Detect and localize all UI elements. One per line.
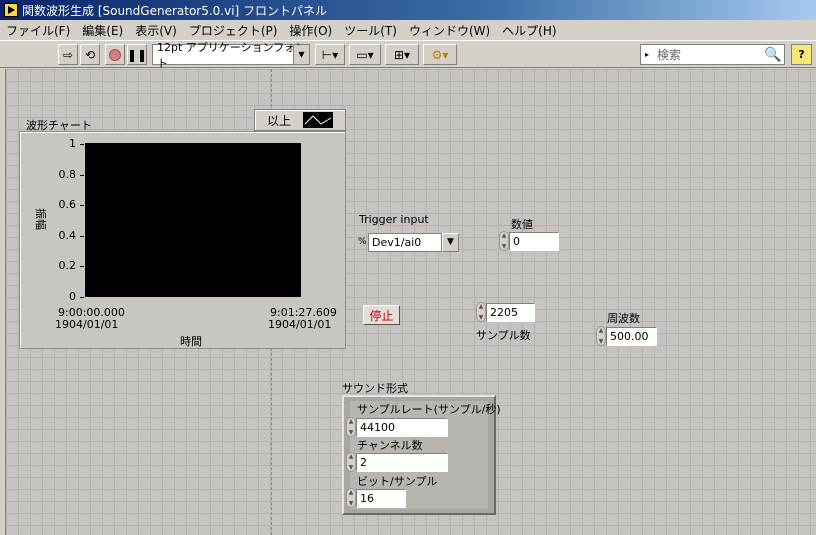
context-help-button[interactable]: ? bbox=[791, 44, 812, 65]
run-continuously-icon: ⟲ bbox=[84, 47, 96, 62]
search-placeholder: 検索 bbox=[657, 48, 682, 62]
search-input[interactable]: ▸ 検索 🔍 bbox=[640, 44, 785, 65]
menu-edit[interactable]: 編集(E) bbox=[82, 22, 123, 39]
channels-label: チャンネル数 bbox=[357, 439, 423, 452]
bits-per-sample-control[interactable]: ▲ ▼ 16 bbox=[346, 488, 406, 508]
y-tick-label: 0.8 bbox=[58, 168, 77, 181]
menu-project[interactable]: プロジェクト(P) bbox=[189, 22, 278, 39]
resize-objects-icon: ⊞▾ bbox=[393, 47, 411, 62]
numeric-field[interactable]: 0 bbox=[509, 231, 559, 251]
y-tick-mark bbox=[80, 205, 84, 206]
y-tick-mark bbox=[80, 297, 84, 298]
stop-button[interactable]: 停止 bbox=[363, 305, 400, 325]
title-bar: 関数波形生成 [SoundGenerator5.0.vi] フロントパネル bbox=[0, 0, 816, 20]
menu-help[interactable]: ヘルプ(H) bbox=[502, 22, 556, 39]
align-objects-icon: ⊢▾ bbox=[321, 47, 339, 62]
x-start-date: 1904/01/01 bbox=[55, 318, 119, 331]
chevron-down-icon: ▼ bbox=[293, 45, 309, 64]
y-tick-mark bbox=[80, 175, 84, 176]
toolbar: ⇨ ⟲ ❚❚ 12pt アプリケーションフォント ▼ ⊢▾ ▭▾ ⊞▾ ⚙▾ ▸… bbox=[0, 40, 816, 70]
help-icon: ? bbox=[798, 48, 805, 61]
trigger-input-control[interactable]: % Dev1/ai0 ▼ bbox=[358, 232, 460, 252]
y-tick-mark bbox=[80, 144, 84, 145]
y-tick-label: 0.4 bbox=[58, 229, 77, 242]
sample-rate-field[interactable]: 44100 bbox=[356, 417, 448, 437]
pause-icon: ❚❚ bbox=[126, 47, 148, 62]
menu-file[interactable]: ファイル(F) bbox=[6, 22, 70, 39]
run-arrow-button[interactable]: ⇨ bbox=[58, 44, 78, 65]
menu-bar: ファイル(F) 編集(E) 表示(V) プロジェクト(P) 操作(O) ツール(… bbox=[0, 20, 816, 40]
numeric-control[interactable]: ▲ ▼ 0 bbox=[499, 231, 559, 251]
channels-field[interactable]: 2 bbox=[356, 452, 448, 472]
samples-control[interactable]: ▲ ▼ 2205 bbox=[476, 302, 535, 322]
align-objects-button[interactable]: ⊢▾ bbox=[315, 44, 345, 65]
abort-icon bbox=[109, 48, 121, 61]
font-select-value: 12pt アプリケーションフォント bbox=[157, 40, 307, 70]
menu-view[interactable]: 表示(V) bbox=[135, 22, 177, 39]
increment-decrement-icon[interactable]: ▲ ▼ bbox=[499, 231, 509, 251]
y-tick-label: 0 bbox=[69, 290, 76, 303]
frequency-label: 周波数 bbox=[607, 312, 640, 325]
reorder-icon: ⚙▾ bbox=[431, 47, 449, 62]
font-select[interactable]: 12pt アプリケーションフォント ▼ bbox=[152, 41, 310, 70]
x-axis-label: 時間 bbox=[180, 335, 202, 348]
reorder-button[interactable]: ⚙▾ bbox=[423, 44, 457, 65]
trigger-input-label: Trigger input bbox=[359, 213, 429, 226]
plot-line-icon bbox=[303, 112, 334, 128]
frequency-control[interactable]: ▲ ▼ 500.00 bbox=[596, 326, 657, 346]
bits-per-sample-field[interactable]: 16 bbox=[356, 488, 406, 508]
run-arrow-icon: ⇨ bbox=[62, 47, 74, 62]
run-continuously-button[interactable]: ⟲ bbox=[80, 44, 100, 65]
plot-legend-label: 以上 bbox=[267, 113, 292, 128]
sample-rate-label: サンプルレート(サンプル/秒) bbox=[357, 403, 501, 416]
increment-decrement-icon[interactable]: ▲ ▼ bbox=[346, 488, 356, 508]
menu-window[interactable]: ウィンドウ(W) bbox=[409, 22, 490, 39]
resize-objects-button[interactable]: ⊞▾ bbox=[385, 44, 419, 65]
stop-button-label: 停止 bbox=[369, 308, 394, 323]
chart-plot-area[interactable] bbox=[85, 143, 301, 297]
distribute-objects-icon: ▭▾ bbox=[356, 47, 374, 62]
x-end-date: 1904/01/01 bbox=[268, 318, 332, 331]
search-expand-icon: ▸ bbox=[644, 50, 649, 59]
menu-operate[interactable]: 操作(O) bbox=[289, 22, 332, 39]
y-tick-label: 0.6 bbox=[58, 198, 77, 211]
increment-decrement-icon[interactable]: ▲ ▼ bbox=[476, 302, 486, 322]
y-tick-mark bbox=[80, 266, 84, 267]
pause-button[interactable]: ❚❚ bbox=[127, 44, 147, 65]
samples-field[interactable]: 2205 bbox=[486, 302, 535, 322]
chevron-down-icon[interactable]: ▼ bbox=[442, 232, 459, 252]
increment-decrement-icon[interactable]: ▲ ▼ bbox=[596, 326, 606, 346]
y-tick-label: 1 bbox=[69, 137, 76, 150]
sound-format-label: サウンド形式 bbox=[342, 382, 408, 395]
plot-legend[interactable]: 以上 bbox=[254, 109, 346, 131]
distribute-objects-button[interactable]: ▭▾ bbox=[349, 44, 381, 65]
sample-rate-control[interactable]: ▲ ▼ 44100 bbox=[346, 417, 448, 437]
abort-button[interactable] bbox=[105, 44, 125, 65]
y-tick-label: 0.2 bbox=[58, 259, 77, 272]
increment-decrement-icon[interactable]: ▲ ▼ bbox=[346, 417, 356, 437]
window-title: 関数波形生成 [SoundGenerator5.0.vi] フロントパネル bbox=[22, 3, 328, 18]
labview-run-icon bbox=[4, 3, 18, 17]
menu-tools[interactable]: ツール(T) bbox=[344, 22, 397, 39]
frequency-field[interactable]: 500.00 bbox=[606, 326, 657, 346]
channels-control[interactable]: ▲ ▼ 2 bbox=[346, 452, 448, 472]
y-tick-mark bbox=[80, 236, 84, 237]
trigger-input-value[interactable]: Dev1/ai0 bbox=[368, 232, 442, 252]
samples-label: サンプル数 bbox=[476, 329, 531, 342]
y-axis-label: 振幅 bbox=[34, 208, 47, 230]
search-icon[interactable]: 🔍 bbox=[762, 47, 784, 63]
numeric-label: 数値 bbox=[511, 218, 533, 231]
increment-decrement-icon[interactable]: ▲ ▼ bbox=[346, 452, 356, 472]
io-name-icon: % bbox=[358, 237, 367, 247]
bits-per-sample-label: ビット/サンプル bbox=[357, 475, 438, 488]
